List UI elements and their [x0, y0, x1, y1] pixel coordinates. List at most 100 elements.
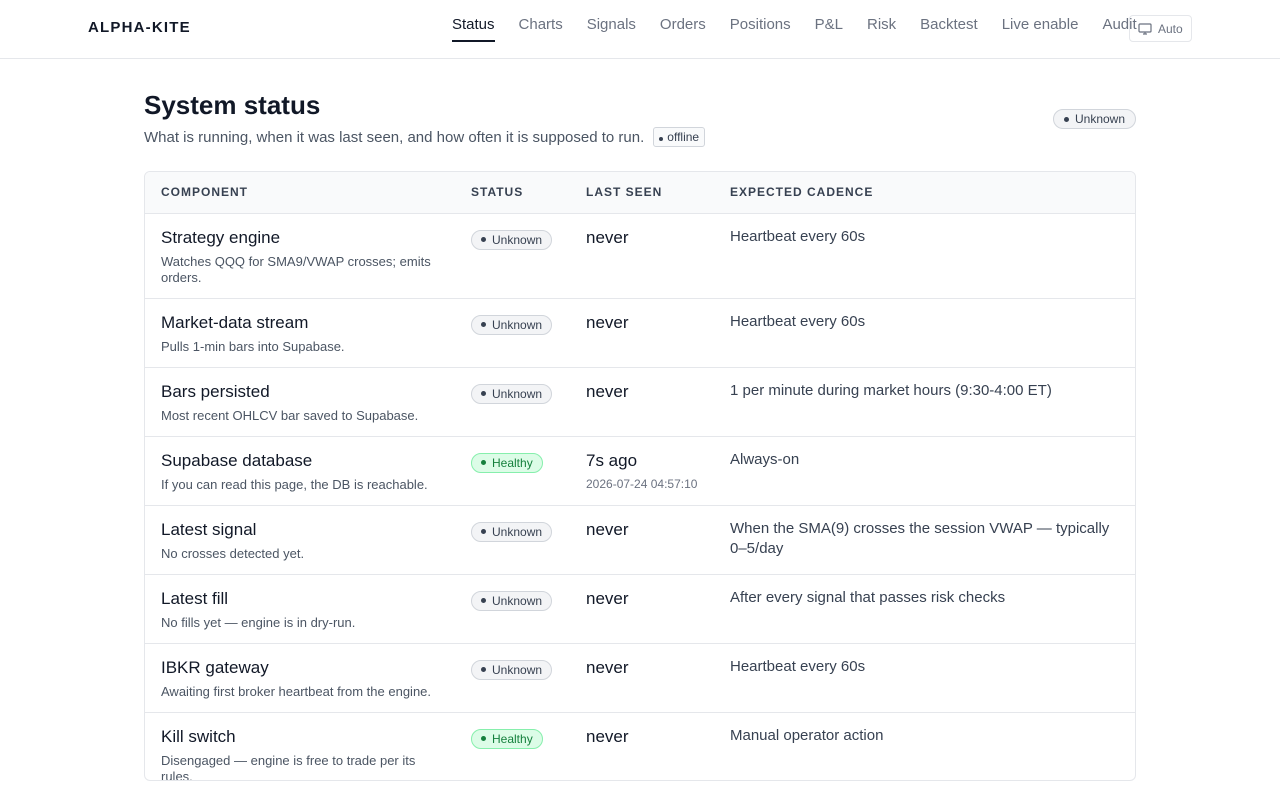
main-nav: Status Charts Signals Orders Positions P…: [452, 0, 1161, 59]
status-badge: Healthy: [471, 728, 543, 749]
component-description: Pulls 1-min bars into Supabase.: [161, 339, 345, 354]
last-seen-value: never: [586, 589, 629, 608]
component-description: Most recent OHLCV bar saved to Supabase.: [161, 408, 419, 423]
component-name: Latest signal: [161, 520, 257, 539]
status-label: Unknown: [492, 232, 543, 247]
column-header-component: COMPONENT: [161, 185, 248, 199]
component-description: No fills yet — engine is in dry-run.: [161, 615, 356, 630]
expected-cadence: After every signal that passes risk chec…: [730, 589, 1006, 606]
table-body: Strategy engine Watches QQQ for SMA9/VWAP…: [145, 214, 1135, 781]
nav-tab-positions[interactable]: Positions: [730, 0, 791, 42]
nav-tab-risk[interactable]: Risk: [867, 0, 896, 42]
expected-cadence: Manual operator action: [730, 727, 884, 744]
status-label: Unknown: [492, 317, 543, 332]
status-dot-icon: [1063, 116, 1069, 122]
component-name: Supabase database: [161, 451, 313, 470]
page-subtitle: What is running, when it was last seen, …: [144, 127, 706, 147]
status-badge: Unknown: [471, 659, 553, 680]
last-seen-value: never: [586, 658, 629, 677]
status-badge: Healthy: [471, 452, 543, 473]
table-row: Kill switch Disengaged — engine is free t…: [145, 713, 1135, 781]
table-row: Market-data stream Pulls 1-min bars into …: [145, 299, 1135, 368]
component-description: Disengaged — engine is free to trade per…: [161, 753, 416, 781]
status-badge: Unknown: [471, 383, 553, 404]
status-dot-icon: [481, 322, 486, 327]
column-header-last-seen: LAST SEEN: [586, 185, 663, 199]
status-badge: Unknown: [471, 521, 553, 542]
nav-tab-orders[interactable]: Orders: [660, 0, 706, 42]
expected-cadence: Heartbeat every 60s: [730, 228, 866, 245]
status-label: Unknown: [492, 593, 543, 608]
status-cell: Unknown: [471, 659, 553, 680]
status-cell: Unknown: [471, 314, 553, 335]
connection-status-tag: offline: [653, 127, 706, 147]
theme-toggle-button[interactable]: Auto: [1129, 15, 1192, 42]
top-navigation-bar: ALPHA-KITE Status Charts Signals Orders …: [0, 0, 1280, 59]
component-name: Kill switch: [161, 727, 236, 746]
status-dot-icon: [481, 598, 486, 603]
component-description: Watches QQQ for SMA9/VWAP crosses; emits…: [161, 254, 431, 285]
status-cell: Unknown: [471, 590, 553, 611]
nav-tab-backtest[interactable]: Backtest: [920, 0, 978, 42]
nav-tab-status[interactable]: Status: [452, 0, 495, 42]
status-badge: Unknown: [471, 314, 553, 335]
last-seen-value: never: [586, 313, 629, 332]
page-title: System status: [144, 90, 321, 120]
status-cell: Unknown: [471, 521, 553, 542]
status-badge: Unknown: [471, 229, 553, 250]
status-dot-icon: [481, 391, 486, 396]
column-header-cadence: EXPECTED CADENCE: [730, 185, 874, 199]
table-row: Latest fill No fills yet — engine is in d…: [145, 575, 1135, 644]
status-label: Unknown: [492, 524, 543, 539]
component-description: Awaiting first broker heartbeat from the…: [161, 684, 432, 699]
last-seen-value: never: [586, 382, 629, 401]
component-description: If you can read this page, the DB is rea…: [161, 477, 428, 492]
component-description: No crosses detected yet.: [161, 546, 305, 561]
status-label: Unknown: [492, 386, 543, 401]
component-name: Bars persisted: [161, 382, 270, 401]
expected-cadence: When the SMA(9) crosses the session VWAP…: [730, 520, 1110, 557]
overall-status-badge: Unknown: [1053, 109, 1136, 129]
table-row: Bars persisted Most recent OHLCV bar save…: [145, 368, 1135, 437]
nav-tab-signals[interactable]: Signals: [587, 0, 636, 42]
table-header: COMPONENT STATUS LAST SEEN EXPECTED CADE…: [145, 172, 1135, 214]
expected-cadence: 1 per minute during market hours (9:30-4…: [730, 382, 1052, 399]
status-cell: Unknown: [471, 229, 553, 250]
status-label: Healthy: [492, 455, 533, 470]
column-header-status: STATUS: [471, 185, 524, 199]
component-name: Strategy engine: [161, 228, 281, 247]
status-cell: Healthy: [471, 728, 543, 749]
status-table: COMPONENT STATUS LAST SEEN EXPECTED CADE…: [144, 171, 1136, 781]
status-dot-icon: [659, 137, 664, 141]
connection-status-label: offline: [667, 130, 700, 144]
expected-cadence: Always-on: [730, 451, 800, 468]
component-name: Market-data stream: [161, 313, 309, 332]
status-dot-icon: [481, 667, 486, 672]
status-cell: Unknown: [471, 383, 553, 404]
component-name: IBKR gateway: [161, 658, 269, 677]
nav-tab-live-enable[interactable]: Live enable: [1002, 0, 1079, 42]
overall-status-label: Unknown: [1074, 112, 1126, 126]
status-dot-icon: [481, 237, 486, 242]
table-row: Supabase database If you can read this pa…: [145, 437, 1135, 506]
status-dot-icon: [481, 736, 486, 741]
status-label: Unknown: [492, 662, 543, 677]
last-seen-value: never: [586, 727, 629, 746]
status-dot-icon: [481, 529, 486, 534]
status-label: Healthy: [492, 731, 533, 746]
monitor-icon: [1138, 22, 1152, 35]
component-name: Latest fill: [161, 589, 229, 608]
table-row: Latest signal No crosses detected yet. Unk…: [145, 506, 1135, 575]
expected-cadence: Heartbeat every 60s: [730, 313, 866, 330]
nav-tab-charts[interactable]: Charts: [519, 0, 563, 42]
status-cell: Healthy: [471, 452, 543, 473]
page-subtitle-text: What is running, when it was last seen, …: [144, 128, 645, 146]
status-dot-icon: [481, 460, 486, 465]
theme-toggle-label: Auto: [1158, 21, 1183, 36]
table-row: IBKR gateway Awaiting first broker heartb…: [145, 644, 1135, 713]
last-seen-value: never: [586, 520, 629, 539]
last-seen-value: never: [586, 228, 629, 247]
nav-tab-pnl[interactable]: P&L: [815, 0, 843, 42]
last-seen-value: 7s ago: [586, 451, 638, 470]
brand-logo[interactable]: ALPHA-KITE: [88, 19, 191, 36]
